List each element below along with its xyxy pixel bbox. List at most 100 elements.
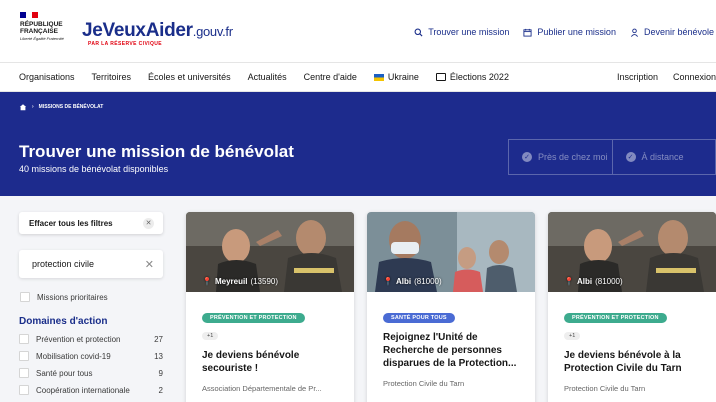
become-volunteer-label: Devenir bénévole	[643, 27, 714, 37]
mission-location: 📍 Meyreuil (13590)	[202, 277, 278, 286]
domains-title: Domaines d'action	[19, 316, 108, 327]
nav-ukraine[interactable]: Ukraine	[373, 72, 419, 82]
mission-location: 📍 Albi (81000)	[564, 277, 623, 286]
site-header: République Française Liberté Égalité Fra…	[0, 0, 716, 62]
domain-tag: Santé pour tous	[383, 313, 455, 323]
checkbox[interactable]	[19, 334, 29, 344]
hero-banner: › Missions de bénévolat Trouver une miss…	[0, 92, 716, 196]
rf-motto: Liberté Égalité Fraternité	[20, 36, 64, 41]
mission-photo: 📍 Albi (81000)	[548, 212, 716, 292]
domain-tag: Prévention et protection	[564, 313, 667, 323]
priority-missions-filter[interactable]: Missions prioritaires	[19, 292, 163, 302]
clear-filters-label: Effacer tous les filtres	[29, 218, 113, 228]
mission-organisation: Association Départementale de Pr...	[202, 384, 322, 393]
domain-filter[interactable]: Santé pour tous 9	[19, 368, 163, 378]
checkbox[interactable]	[19, 368, 29, 378]
location-code: (81000)	[414, 277, 442, 286]
breadcrumb-current: Missions de bénévolat	[38, 104, 104, 110]
nav-territoires[interactable]: Territoires	[92, 72, 132, 82]
near-me-label: Près de chez moi	[538, 152, 608, 162]
brand-domain: .gouv.fr	[192, 24, 233, 39]
search-icon	[414, 28, 423, 37]
domain-count: 9	[158, 368, 163, 378]
check-icon: ✓	[522, 152, 532, 162]
find-mission-link[interactable]: Trouver une mission	[414, 27, 509, 37]
clear-filters-button[interactable]: Effacer tous les filtres ✕	[19, 212, 163, 234]
priority-label: Missions prioritaires	[37, 292, 108, 302]
publish-mission-link[interactable]: Publier une mission	[523, 27, 616, 37]
location-code: (13590)	[250, 277, 279, 286]
location-toggle: ✓ Près de chez moi ✓ À distance	[508, 139, 716, 175]
mission-card[interactable]: 📍 Albi (81000) Prévention et protection …	[548, 212, 716, 402]
nav-actualites[interactable]: Actualités	[248, 72, 287, 82]
mission-title: Rejoignez l'Unité de Recherche de person…	[383, 332, 517, 369]
mission-card[interactable]: 📍 Meyreuil (13590) Prévention et protect…	[186, 212, 354, 402]
domain-tag: Prévention et protection	[202, 313, 305, 323]
checkbox[interactable]	[20, 292, 30, 302]
check-icon: ✓	[625, 152, 636, 162]
nav-organisations[interactable]: Organisations	[19, 72, 75, 82]
domains-list: Prévention et protection 27 Mobilisation…	[19, 334, 163, 395]
missions-count: 40 missions de bénévolat disponibles	[19, 164, 169, 174]
search-value: protection civile	[32, 259, 95, 269]
connexion-link[interactable]: Connexion	[673, 72, 716, 82]
domain-filter[interactable]: Prévention et protection 27	[19, 334, 163, 344]
nav-ecoles[interactable]: Écoles et universités	[148, 72, 231, 82]
location-city: Meyreuil	[214, 277, 248, 286]
map-pin-icon: 📍	[383, 277, 393, 286]
near-me-option[interactable]: ✓ Près de chez moi	[509, 140, 612, 174]
calendar-icon	[523, 28, 532, 37]
location-city: Albi	[395, 277, 412, 286]
main-nav: Organisations Territoires Écoles et univ…	[0, 62, 716, 92]
mission-photo: 📍 Meyreuil (13590)	[186, 212, 354, 292]
filters-sidebar: Effacer tous les filtres ✕ protection ci…	[19, 212, 163, 395]
jeveuxaider-logo[interactable]: JeVeuxAider.gouv.fr PAR LA RÉSERVE CIVIQ…	[82, 20, 233, 47]
republique-francaise-logo[interactable]: République Française Liberté Égalité Fra…	[20, 12, 70, 42]
location-code: (81000)	[595, 277, 623, 286]
extra-tags-badge: +1	[564, 332, 581, 340]
mission-title: Je deviens bénévole à la Protection Civi…	[564, 350, 682, 374]
home-icon[interactable]	[19, 103, 27, 111]
domain-label: Santé pour tous	[36, 368, 93, 378]
nav-elections[interactable]: Élections 2022	[435, 72, 509, 82]
monitor-icon	[435, 73, 446, 81]
close-icon: ✕	[143, 217, 154, 229]
mission-location: 📍 Albi (81000)	[383, 277, 442, 286]
checkbox[interactable]	[19, 385, 29, 395]
nav-centre-aide[interactable]: Centre d'aide	[304, 72, 357, 82]
map-pin-icon: 📍	[202, 277, 212, 286]
mission-organisation: Protection Civile du Tarn	[383, 379, 465, 388]
find-mission-label: Trouver une mission	[428, 27, 510, 37]
search-input[interactable]: protection civile ✕	[19, 250, 163, 278]
domain-count: 13	[154, 351, 163, 361]
user-icon	[630, 28, 638, 37]
location-city: Albi	[576, 277, 593, 286]
checkbox[interactable]	[19, 351, 29, 361]
domain-count: 27	[154, 334, 163, 344]
page-title: Trouver une mission de bénévolat	[19, 142, 294, 161]
mission-card[interactable]: 📍 Albi (81000) Santé pour tous Rejoignez…	[367, 212, 535, 402]
extra-tags-badge: +1	[202, 332, 219, 340]
remote-option[interactable]: ✓ À distance	[611, 140, 716, 174]
domain-filter[interactable]: Coopération internationale 2	[19, 385, 163, 395]
brand-name: JeVeuxAider	[82, 20, 193, 41]
publish-mission-label: Publier une mission	[537, 27, 616, 37]
remote-label: À distance	[641, 152, 684, 162]
domain-count: 2	[158, 385, 163, 395]
mission-photo: 📍 Albi (81000)	[367, 212, 535, 292]
domain-filter[interactable]: Mobilisation covid-19 13	[19, 351, 163, 361]
clear-search-icon[interactable]: ✕	[145, 258, 154, 271]
breadcrumb: › Missions de bénévolat	[19, 103, 103, 111]
domain-label: Prévention et protection	[36, 334, 121, 344]
mission-title: Je deviens bénévole secouriste !	[202, 350, 300, 374]
chevron-right-icon: ›	[32, 104, 34, 110]
results-area: Effacer tous les filtres ✕ protection ci…	[0, 196, 716, 402]
nav-ukraine-label: Ukraine	[387, 72, 419, 82]
inscription-link[interactable]: Inscription	[617, 72, 658, 82]
header-links: Trouver une mission Publier une mission …	[414, 27, 714, 37]
become-volunteer-link[interactable]: Devenir bénévole	[630, 27, 714, 37]
domain-label: Coopération internationale	[36, 385, 130, 395]
mission-organisation: Protection Civile du Tarn	[564, 384, 646, 393]
ukraine-flag-icon	[373, 73, 384, 81]
map-pin-icon: 📍	[564, 277, 574, 286]
